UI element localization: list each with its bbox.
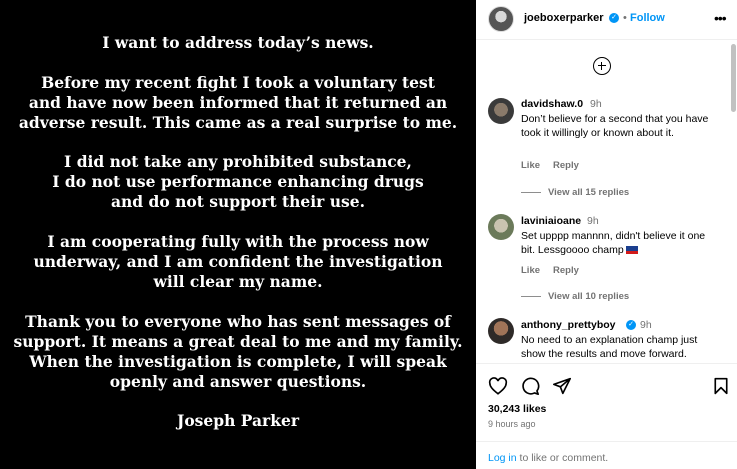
follow-button[interactable]: Follow [630,12,665,24]
post-header: joeboxerparker ✓ • Follow ••• [476,0,737,40]
comment-avatar[interactable] [488,98,514,124]
separator-dot: • [623,12,627,24]
comment-text: Don’t believe for a second that you have… [521,113,709,139]
reply-comment-button[interactable]: Reply [553,265,579,276]
statement-line: openly and answer questions. [109,372,367,391]
comment-username[interactable]: anthony_prettyboy [521,319,616,331]
post-side-panel: joeboxerparker ✓ • Follow ••• davidshaw.… [476,0,737,469]
more-options-icon[interactable]: ••• [714,10,727,26]
comment-actions: Like Reply [521,160,592,171]
statement-line: adverse result. This came as a real surp… [18,113,458,132]
comment-time: 9h [587,215,599,227]
reply-comment-button[interactable]: Reply [553,160,579,171]
like-comment-button[interactable]: Like [521,265,540,276]
login-prompt-text: to like or comment. [516,452,609,464]
comment-text: Set upppp mannnn, didn't believe it one … [521,230,706,256]
likes-count[interactable]: 30,243 likes [488,403,546,415]
statement-line: underway, and I am confident the investi… [33,252,443,271]
flag-emoji-icon [625,246,638,254]
comment-username[interactable]: laviniaioane [521,215,581,227]
comment-icon[interactable] [520,377,540,395]
bookmark-icon[interactable] [713,377,729,395]
comment-username[interactable]: davidshaw.0 [521,98,583,110]
statement-line: and have now been informed that it retur… [28,93,448,112]
verified-badge-icon: ✓ [609,13,619,23]
avatar[interactable] [488,6,514,32]
share-icon[interactable] [552,377,572,395]
statement-signature: Joseph Parker [177,411,299,430]
comment-avatar[interactable] [488,318,514,344]
heart-icon[interactable] [488,377,508,395]
view-replies-button[interactable]: View all 10 replies [521,291,629,302]
statement-line: Before my recent fight I took a voluntar… [41,73,435,92]
verified-badge-icon: ✓ [626,320,636,330]
comment-time: 9h [590,98,602,110]
comments-list: davidshaw.0 9h Don’t believe for a secon… [476,44,731,363]
statement-line: I am cooperating fully with the process … [47,232,429,251]
comment-text: No need to an explanation champ just sho… [521,334,698,360]
like-comment-button[interactable]: Like [521,160,540,171]
statement-line: Thank you to everyone who has sent messa… [25,312,451,331]
statement-line: I do not use performance enhancing drugs [52,172,424,191]
login-link[interactable]: Log in [488,452,517,464]
statement-line: I did not take any prohibited substance, [64,152,412,171]
post-image: I want to address today’s news. Before m… [0,0,476,469]
post-timestamp: 9 hours ago [488,419,536,429]
comment-actions: Like Reply [521,265,592,276]
statement-line: When the investigation is complete, I wi… [29,352,447,371]
header-username[interactable]: joeboxerparker [524,12,603,24]
statement-line: support. It means a great deal to me and… [13,332,463,351]
comment-avatar[interactable] [488,214,514,240]
statement-line: I want to address today’s news. [102,33,374,52]
statement-line: and do not support their use. [110,192,365,211]
comment-time: 9h [640,319,652,331]
login-prompt: Log in to like or comment. [488,452,608,464]
statement-line: will clear my name. [153,272,323,291]
view-replies-button[interactable]: View all 15 replies [521,187,629,198]
scrollbar[interactable] [731,44,736,112]
